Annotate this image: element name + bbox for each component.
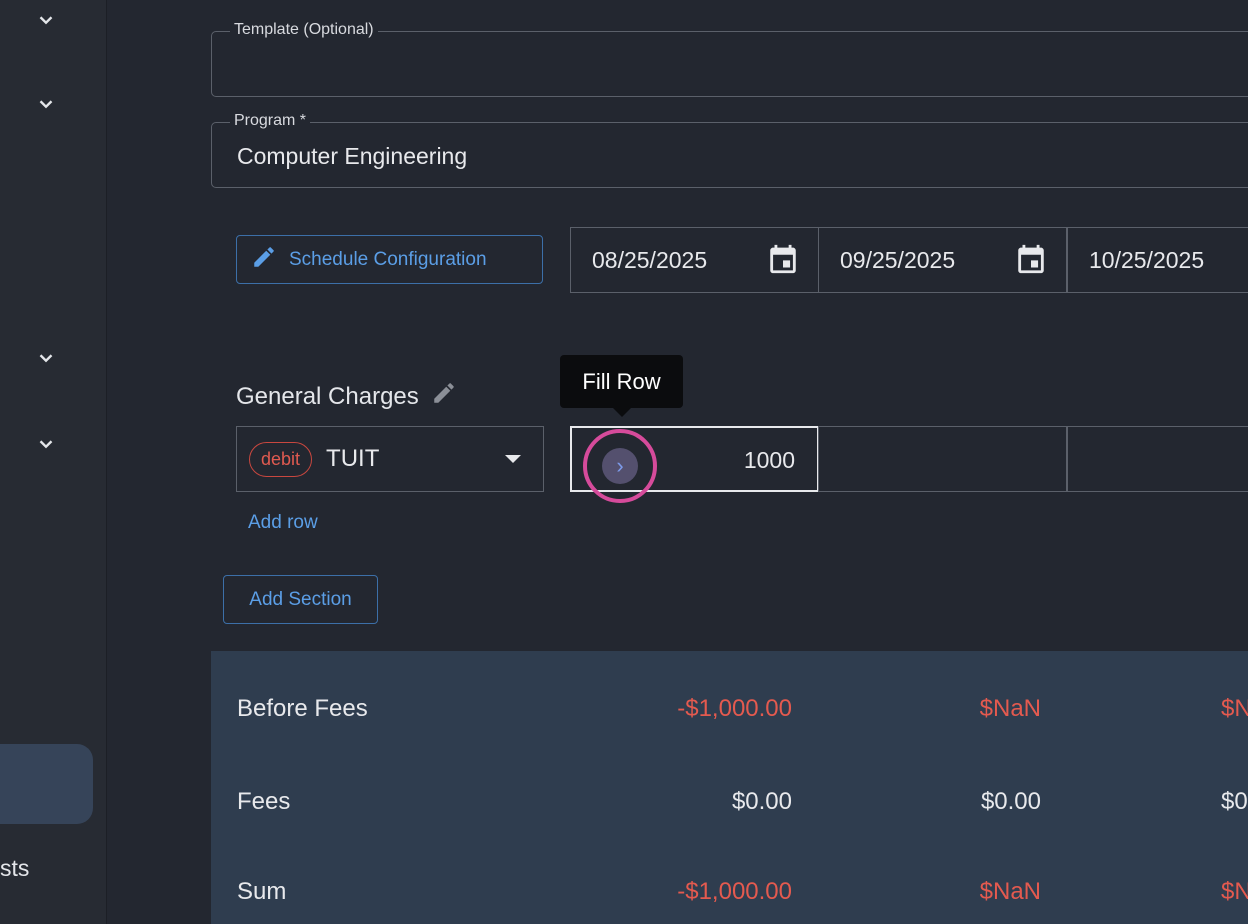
summary-value: $N — [1221, 695, 1248, 722]
summary-label: Fees — [237, 788, 291, 815]
date-field[interactable]: 08/25/2025 — [570, 227, 819, 293]
date-value: 09/25/2025 — [840, 246, 956, 273]
summary-value: $0.00 — [980, 788, 1041, 815]
amount-input[interactable] — [818, 426, 1067, 492]
program-label: Program * — [230, 112, 311, 130]
charge-code-select[interactable]: debit TUIT — [236, 426, 544, 492]
summary-value: -$1,000.00 — [677, 878, 792, 905]
calendar-icon[interactable] — [766, 242, 800, 276]
chevron-down-icon[interactable] — [30, 88, 62, 120]
section-title-label: General Charges — [236, 382, 419, 410]
sidebar-item-active[interactable] — [0, 744, 93, 824]
summary-row: Sum -$1,000.00 $NaN $N — [211, 860, 1248, 920]
program-value: Computer Engineering — [237, 143, 468, 169]
program-field[interactable]: Program * Computer Engineering — [211, 112, 1248, 188]
template-label: Template (Optional) — [230, 21, 378, 39]
summary-label: Sum — [237, 878, 287, 905]
summary-table: Before Fees -$1,000.00 $NaN $N Fees $0.0… — [211, 651, 1248, 924]
chevron-down-icon[interactable] — [30, 4, 62, 36]
chevron-down-icon[interactable] — [30, 342, 62, 374]
add-section-button[interactable]: Add Section — [223, 575, 378, 624]
fill-row-tooltip: Fill Row — [560, 355, 683, 417]
summary-value: $NaN — [979, 695, 1041, 722]
fill-row-button[interactable]: › — [583, 429, 657, 503]
summary-value: $N — [1221, 878, 1248, 905]
summary-value: $0 — [1221, 788, 1248, 815]
dropdown-arrow-icon — [505, 455, 521, 463]
summary-row: Fees $0.00 $0.00 $0 — [211, 770, 1248, 830]
add-row-button[interactable]: Add row — [248, 512, 318, 534]
date-field[interactable]: 09/25/2025 — [818, 227, 1067, 293]
schedule-configuration-button[interactable]: Schedule Configuration — [236, 235, 543, 284]
summary-label: Before Fees — [237, 695, 368, 722]
charge-code-value: TUIT — [326, 445, 380, 472]
amount-value: 1000 — [743, 447, 795, 473]
date-value: 08/25/2025 — [592, 246, 708, 273]
template-field[interactable]: Template (Optional) — [211, 21, 1248, 97]
calendar-icon[interactable] — [1014, 242, 1048, 276]
chevron-right-icon: › — [602, 448, 638, 484]
pencil-icon[interactable] — [431, 380, 457, 413]
date-value: 10/25/2025 — [1089, 246, 1205, 273]
debit-chip: debit — [249, 441, 313, 477]
sidebar: sts — [0, 0, 107, 924]
schedule-configuration-label: Schedule Configuration — [289, 248, 487, 270]
section-title: General Charges — [236, 380, 457, 413]
summary-value: -$1,000.00 — [677, 695, 792, 722]
date-field[interactable]: 10/25/2025 — [1067, 227, 1248, 293]
chevron-down-icon[interactable] — [30, 428, 62, 460]
summary-value: $NaN — [979, 878, 1041, 905]
pencil-icon — [251, 244, 277, 276]
sidebar-item-label[interactable]: sts — [0, 855, 29, 882]
summary-row: Before Fees -$1,000.00 $NaN $N — [211, 677, 1248, 737]
summary-value: $0.00 — [731, 788, 792, 815]
amount-input[interactable] — [1067, 426, 1248, 492]
